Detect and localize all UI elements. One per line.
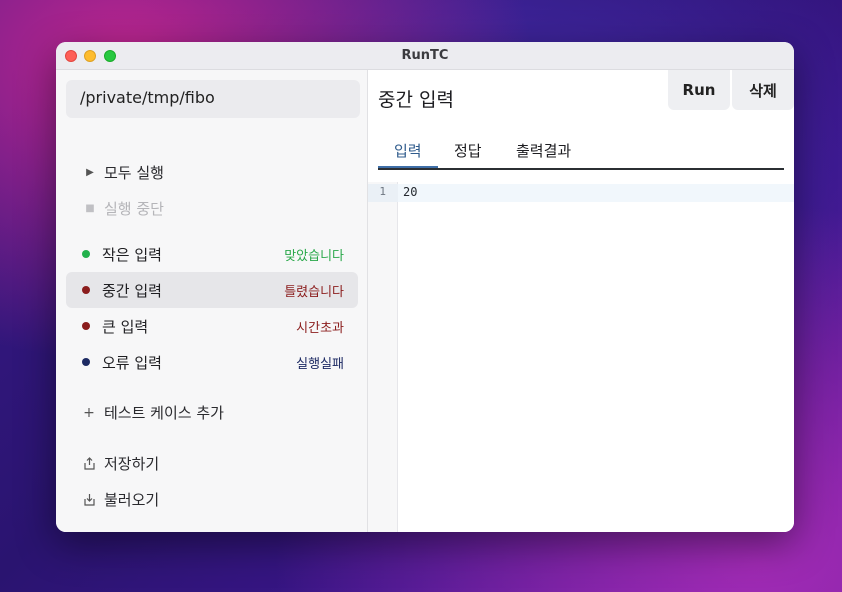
test-case-status: 시간초과: [296, 320, 344, 336]
test-case-item[interactable]: 작은 입력 맞았습니다: [66, 236, 358, 272]
main-panel: 중간 입력 Run 삭제 입력 정답 출력결과 1 20: [368, 70, 794, 532]
status-dot: [82, 358, 90, 366]
active-line-highlight: [368, 184, 794, 202]
tab-bar: 입력 정답 출력결과: [378, 140, 784, 170]
test-case-item-selected[interactable]: 중간 입력 틀렸습니다: [66, 272, 358, 308]
editor-line[interactable]: 20: [403, 185, 417, 199]
code-editor[interactable]: 1 20: [368, 182, 794, 532]
plus-icon: +: [83, 404, 95, 421]
page-title: 중간 입력: [378, 89, 454, 111]
tab-input[interactable]: 입력: [378, 140, 438, 168]
test-case-item[interactable]: 큰 입력 시간초과: [66, 308, 358, 344]
window-title: RunTC: [401, 48, 449, 63]
load-button[interactable]: 불러오기: [82, 489, 159, 510]
test-case-name: 중간 입력: [102, 281, 162, 300]
line-gutter: 1: [368, 182, 398, 532]
status-dot: [82, 286, 90, 294]
app-window: RunTC /private/tmp/fibo ▶ 모두 실행 ■ 실행 중단 …: [56, 42, 794, 532]
sidebar: /private/tmp/fibo ▶ 모두 실행 ■ 실행 중단 작은 입력 …: [56, 70, 368, 532]
save-button[interactable]: 저장하기: [82, 453, 159, 474]
status-dot: [82, 322, 90, 330]
test-case-status: 맞았습니다: [284, 248, 344, 264]
tab-output[interactable]: 출력결과: [500, 140, 587, 168]
add-test-case-button[interactable]: + 테스트 케이스 추가: [82, 402, 224, 423]
test-case-name: 작은 입력: [102, 245, 162, 264]
stop-run-label: 실행 중단: [104, 199, 164, 218]
delete-button[interactable]: 삭제: [732, 70, 794, 110]
share-icon: [82, 457, 96, 470]
test-case-status: 실행실패: [296, 356, 344, 372]
stop-run-button[interactable]: ■ 실행 중단: [84, 196, 164, 220]
test-case-name: 오류 입력: [102, 353, 162, 372]
line-number: 1: [379, 185, 386, 198]
status-dot: [82, 250, 90, 258]
add-test-case-label: 테스트 케이스 추가: [104, 404, 224, 422]
run-all-label: 모두 실행: [104, 163, 164, 182]
save-label: 저장하기: [104, 455, 160, 473]
play-icon: ▶: [86, 166, 94, 178]
test-case-item[interactable]: 오류 입력 실행실패: [66, 344, 358, 380]
run-all-button[interactable]: ▶ 모두 실행: [84, 160, 164, 184]
download-icon: [82, 493, 96, 506]
stop-icon: ■: [85, 202, 95, 214]
tab-answer[interactable]: 정답: [438, 140, 498, 168]
path-display[interactable]: /private/tmp/fibo: [66, 80, 360, 118]
test-case-status: 틀렸습니다: [284, 284, 344, 300]
load-label: 불러오기: [104, 491, 160, 509]
title-bar: RunTC: [56, 42, 794, 70]
test-case-name: 큰 입력: [102, 317, 149, 336]
run-button[interactable]: Run: [668, 70, 730, 110]
